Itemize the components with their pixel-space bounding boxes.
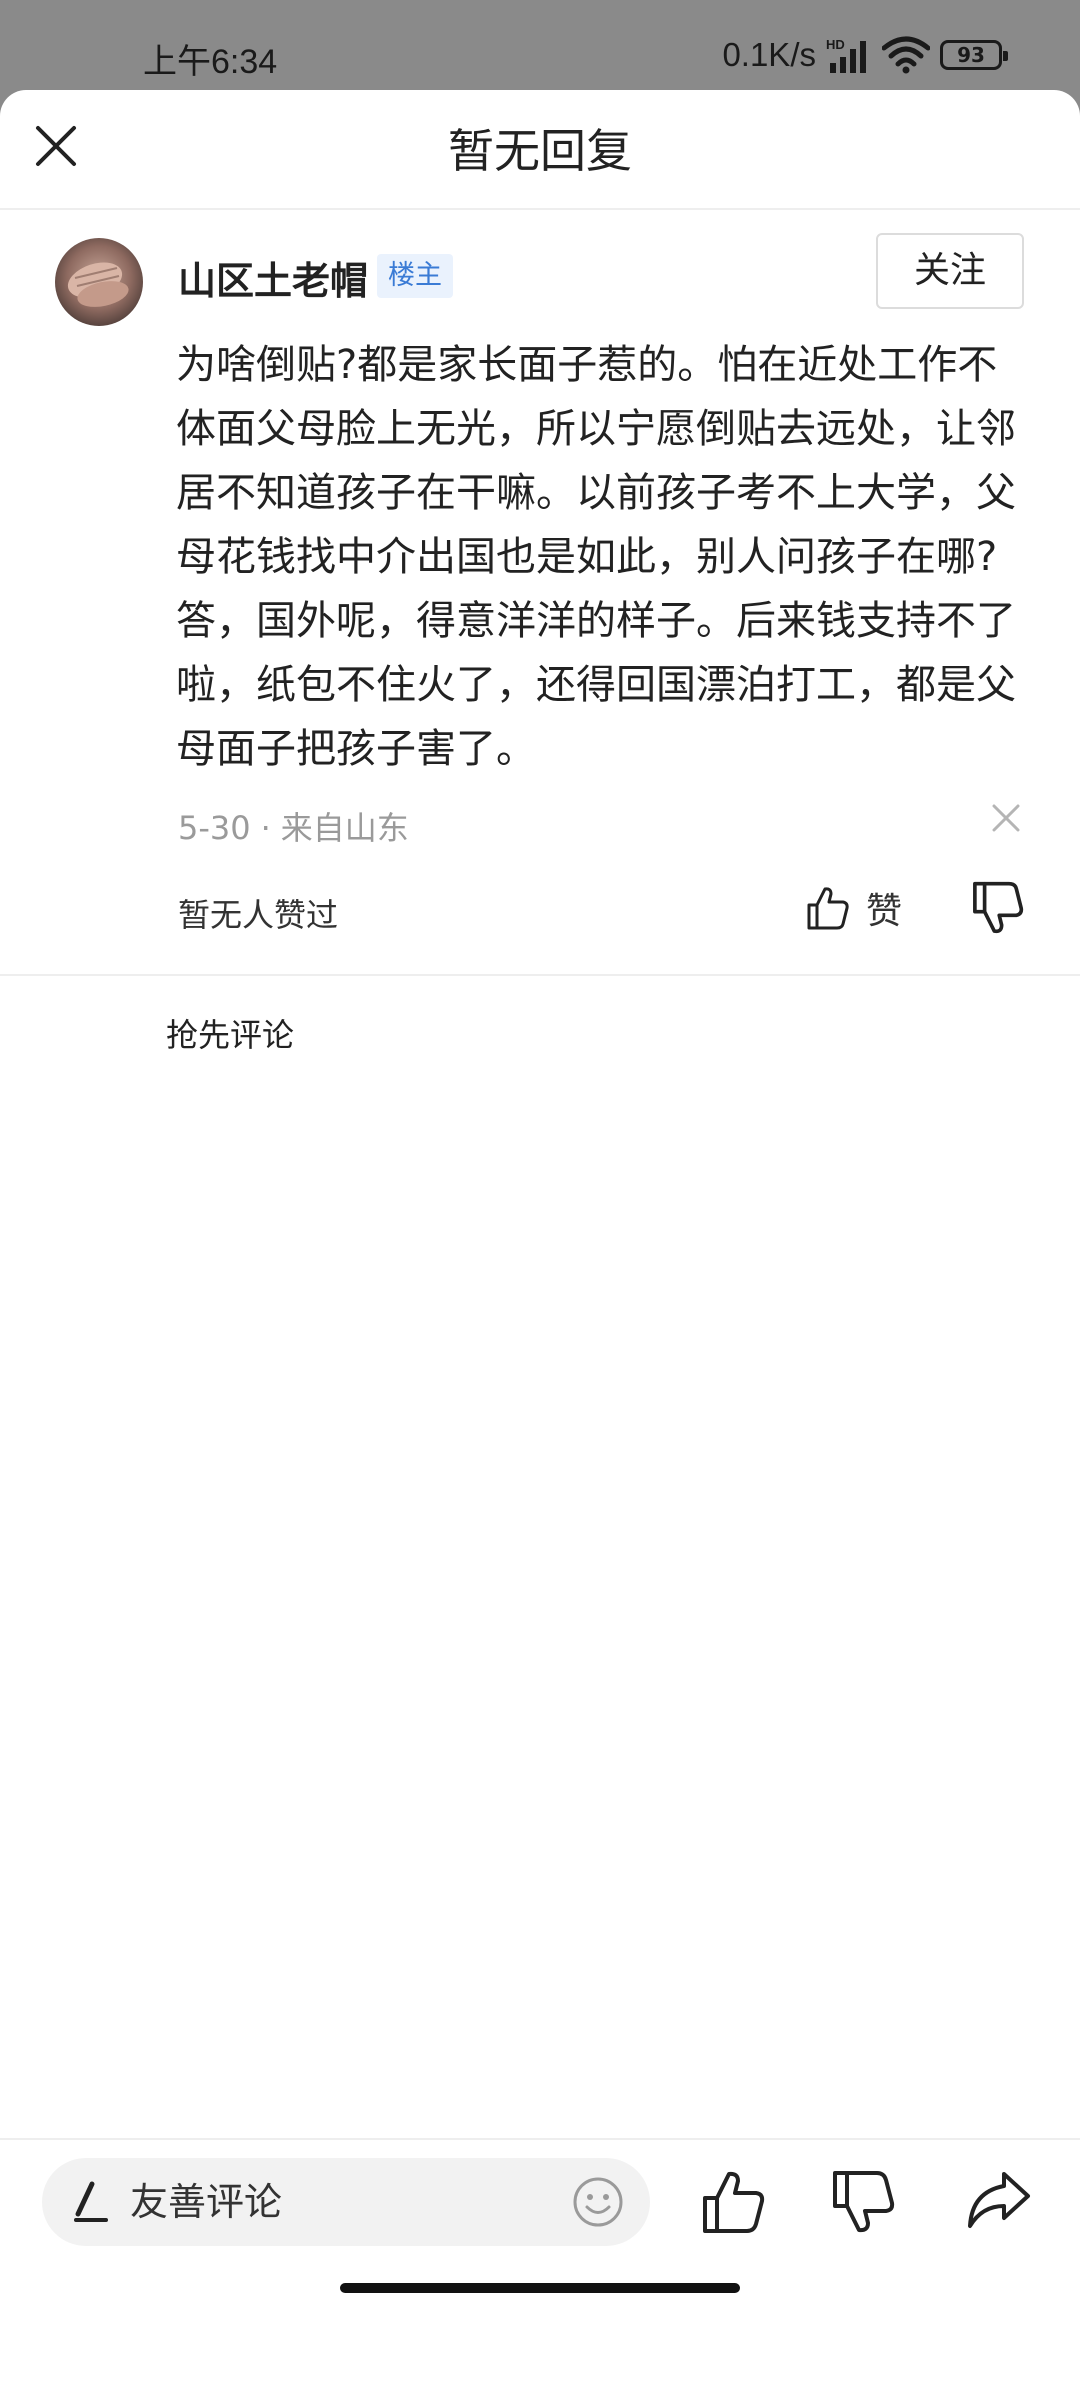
- share-icon[interactable]: [964, 2166, 1034, 2234]
- comment-input-placeholder: 友善评论: [130, 2180, 283, 2224]
- like-button[interactable]: 赞: [806, 880, 902, 936]
- divider: [0, 974, 1080, 976]
- thumbs-down-icon[interactable]: [830, 2168, 898, 2236]
- comment-location: 来自山东: [280, 809, 409, 847]
- battery-level: 93: [957, 43, 985, 67]
- status-icons: 0.1K/s HD 93: [722, 32, 1008, 78]
- comment-date: 5-30: [178, 809, 251, 847]
- emoji-icon[interactable]: [572, 2176, 624, 2228]
- thumbs-up-icon: [807, 887, 849, 930]
- thumbs-down-icon[interactable]: [970, 880, 1026, 936]
- status-bar: 上午6:34 0.1K/s HD 93: [0, 0, 1080, 100]
- page-title: 暂无回复: [448, 124, 632, 178]
- comment-input[interactable]: 友善评论: [42, 2158, 650, 2246]
- signal-icon: HD: [826, 37, 866, 73]
- thumbs-up-icon[interactable]: [700, 2168, 768, 2236]
- x-icon[interactable]: [988, 800, 1024, 836]
- empty-replies-prompt[interactable]: 抢先评论: [166, 1010, 294, 1056]
- battery-icon: 93: [940, 40, 1008, 70]
- likes-status: 暂无人赞过: [178, 896, 339, 934]
- svg-text:HD: HD: [826, 37, 845, 52]
- network-speed: 0.1K/s: [722, 36, 816, 73]
- status-time: 上午6:34: [143, 43, 278, 81]
- follow-button[interactable]: 关注: [876, 233, 1024, 309]
- op-badge: 楼主: [377, 254, 453, 298]
- wifi-icon: [882, 36, 930, 74]
- username[interactable]: 山区土老帽: [178, 250, 368, 305]
- comment-meta: 5-30 · 来自山东: [178, 803, 409, 849]
- reply-sheet: 暂无回复 山区土老帽 楼主 关注 为啥倒贴?都是家长面子惹的。怕在近处工作不体面…: [0, 90, 1080, 2400]
- home-indicator[interactable]: [340, 2283, 740, 2293]
- meta-separator: ·: [260, 809, 271, 847]
- sheet-header: 暂无回复: [0, 90, 1080, 210]
- avatar[interactable]: [55, 238, 143, 326]
- pen-icon: [74, 2181, 108, 2222]
- like-label: 赞: [866, 891, 903, 932]
- comment-text: 为啥倒贴?都是家长面子惹的。怕在近处工作不体面父母脸上无光，所以宁愿倒贴去远处，…: [176, 342, 1016, 772]
